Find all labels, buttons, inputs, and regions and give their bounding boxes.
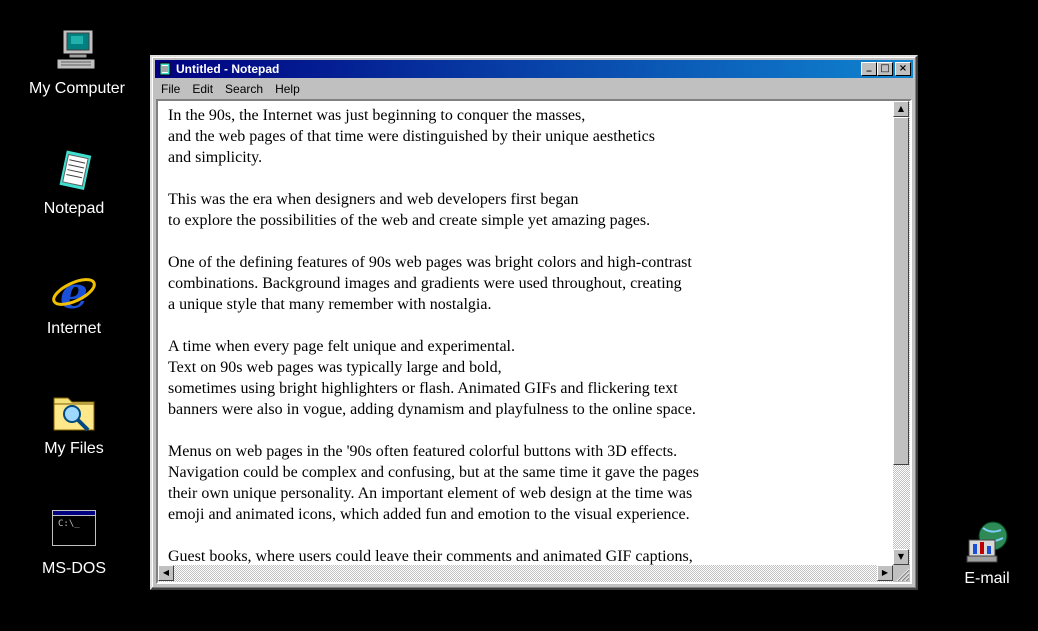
computer-icon — [53, 28, 101, 76]
minimize-icon: _ — [866, 61, 872, 72]
scroll-up-button[interactable]: ▲ — [893, 101, 909, 117]
minimize-button[interactable]: _ — [861, 61, 877, 76]
ms-dos-icon: C:\_ — [50, 508, 98, 556]
window-title: Untitled - Notepad — [176, 62, 280, 76]
desktop-icon-label: My Computer — [28, 80, 126, 97]
text-editor: In the 90s, the Internet was just beginn… — [156, 99, 912, 584]
arrow-left-icon: ◀ — [162, 568, 170, 577]
notepad-small-icon — [158, 62, 172, 76]
close-icon: × — [898, 63, 908, 74]
desktop-icon-email[interactable]: E-mail — [937, 518, 1037, 588]
internet-explorer-icon: e — [50, 268, 98, 319]
menu-file[interactable]: File — [155, 82, 186, 96]
document-text[interactable]: In the 90s, the Internet was just beginn… — [158, 101, 893, 565]
notepad-icon — [50, 148, 98, 196]
scroll-right-button[interactable]: ▶ — [877, 565, 893, 581]
maximize-button[interactable]: □ — [877, 62, 893, 76]
svg-text:e: e — [60, 268, 88, 316]
window-controls: _ □ × — [861, 61, 911, 76]
close-button[interactable]: × — [895, 62, 911, 76]
menu-search[interactable]: Search — [219, 82, 269, 96]
arrow-down-icon: ▼ — [897, 552, 905, 561]
menu-edit[interactable]: Edit — [186, 82, 219, 96]
vertical-scrollbar[interactable]: ▲ ▼ — [893, 101, 910, 565]
notepad-window[interactable]: Untitled - Notepad _ □ × File Edit Searc… — [150, 55, 918, 590]
menu-help[interactable]: Help — [269, 82, 306, 96]
arrow-up-icon: ▲ — [897, 104, 905, 113]
desktop-icon-notepad[interactable]: Notepad — [24, 148, 124, 218]
desktop-icon-label: MS-DOS — [42, 560, 106, 577]
menu-bar: File Edit Search Help — [155, 79, 913, 98]
horizontal-scrollbar[interactable]: ◀ ▶ — [158, 565, 893, 582]
title-bar[interactable]: Untitled - Notepad _ □ × — [155, 60, 913, 78]
desktop-icon-internet[interactable]: e Internet — [24, 268, 124, 338]
desktop-icon-my-files[interactable]: My Files — [24, 388, 124, 458]
resize-grip[interactable] — [893, 565, 910, 582]
scroll-down-button[interactable]: ▼ — [893, 549, 909, 565]
desktop-icon-ms-dos[interactable]: C:\_ MS-DOS — [24, 508, 124, 578]
folder-search-icon — [50, 388, 98, 436]
arrow-right-icon: ▶ — [881, 568, 889, 577]
desktop-icon-label: Internet — [46, 320, 102, 337]
email-icon — [963, 518, 1011, 566]
resize-grip-icon — [896, 568, 910, 582]
vertical-scroll-thumb[interactable] — [893, 117, 909, 465]
desktop-icon-my-computer[interactable]: My Computer — [27, 28, 127, 98]
desktop-icon-label: Notepad — [43, 200, 105, 217]
desktop-icon-label: My Files — [44, 440, 104, 457]
ms-dos-prompt: C:\_ — [58, 519, 80, 529]
desktop-icon-label: E-mail — [964, 570, 1010, 587]
maximize-icon: □ — [880, 63, 890, 74]
scroll-left-button[interactable]: ◀ — [158, 565, 174, 581]
